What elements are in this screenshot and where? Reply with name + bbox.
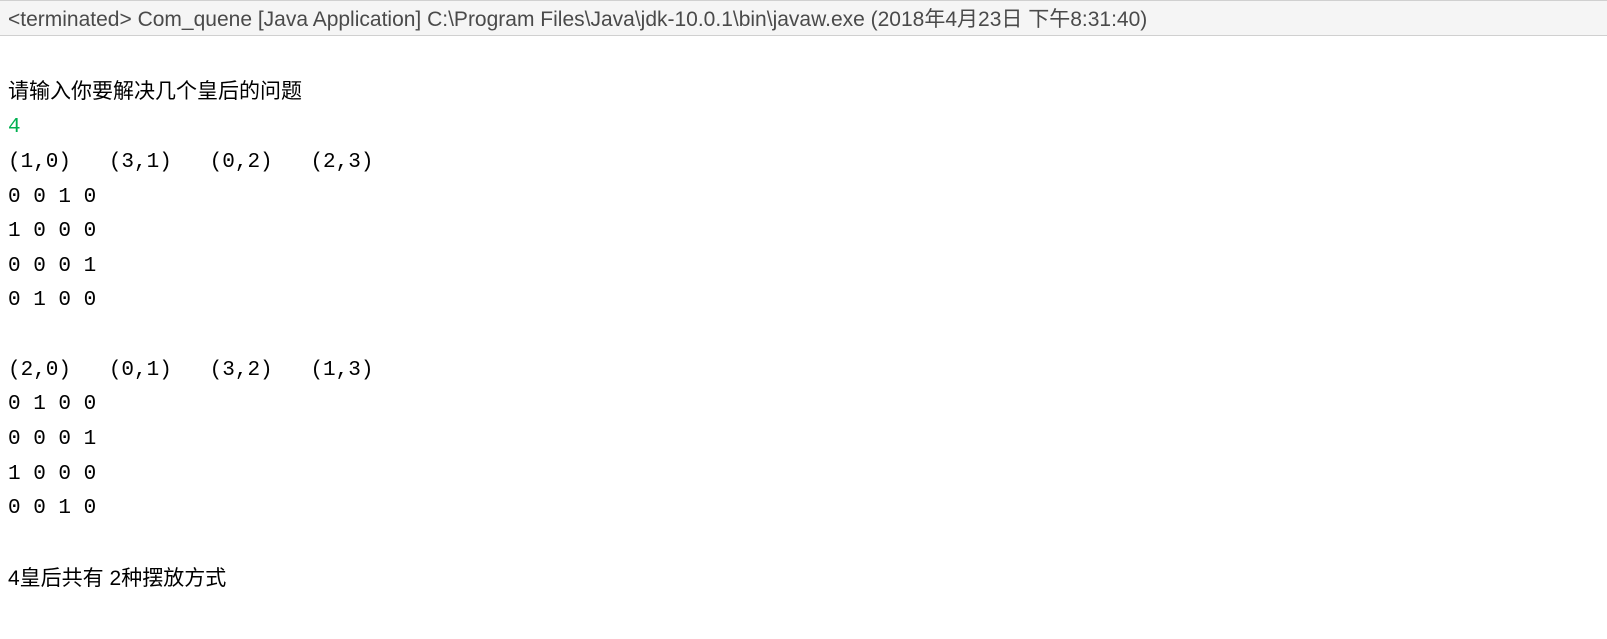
board-row: 1 0 0 0 (8, 463, 96, 486)
board-row: 1 0 0 0 (8, 220, 96, 243)
user-input: 4 (8, 116, 21, 139)
board-row: 0 1 0 0 (8, 393, 96, 416)
prompt-text: 请输入你要解决几个皇后的问题 (8, 80, 302, 103)
board-row: 0 0 1 0 (8, 497, 96, 520)
console-output[interactable]: 请输入你要解决几个皇后的问题 4 (1,0) (3,1) (0,2) (2,3)… (0, 36, 1607, 602)
board-row: 0 0 1 0 (8, 186, 96, 209)
summary-text: 4皇后共有 2种摆放方式 (8, 567, 226, 590)
console-header: <terminated> Com_quene [Java Application… (0, 0, 1607, 36)
solution-coords: (2,0) (0,1) (3,2) (1,3) (8, 359, 373, 382)
board-row: 0 0 0 1 (8, 255, 96, 278)
solution-coords: (1,0) (3,1) (0,2) (2,3) (8, 151, 373, 174)
board-row: 0 1 0 0 (8, 289, 96, 312)
board-row: 0 0 0 1 (8, 428, 96, 451)
